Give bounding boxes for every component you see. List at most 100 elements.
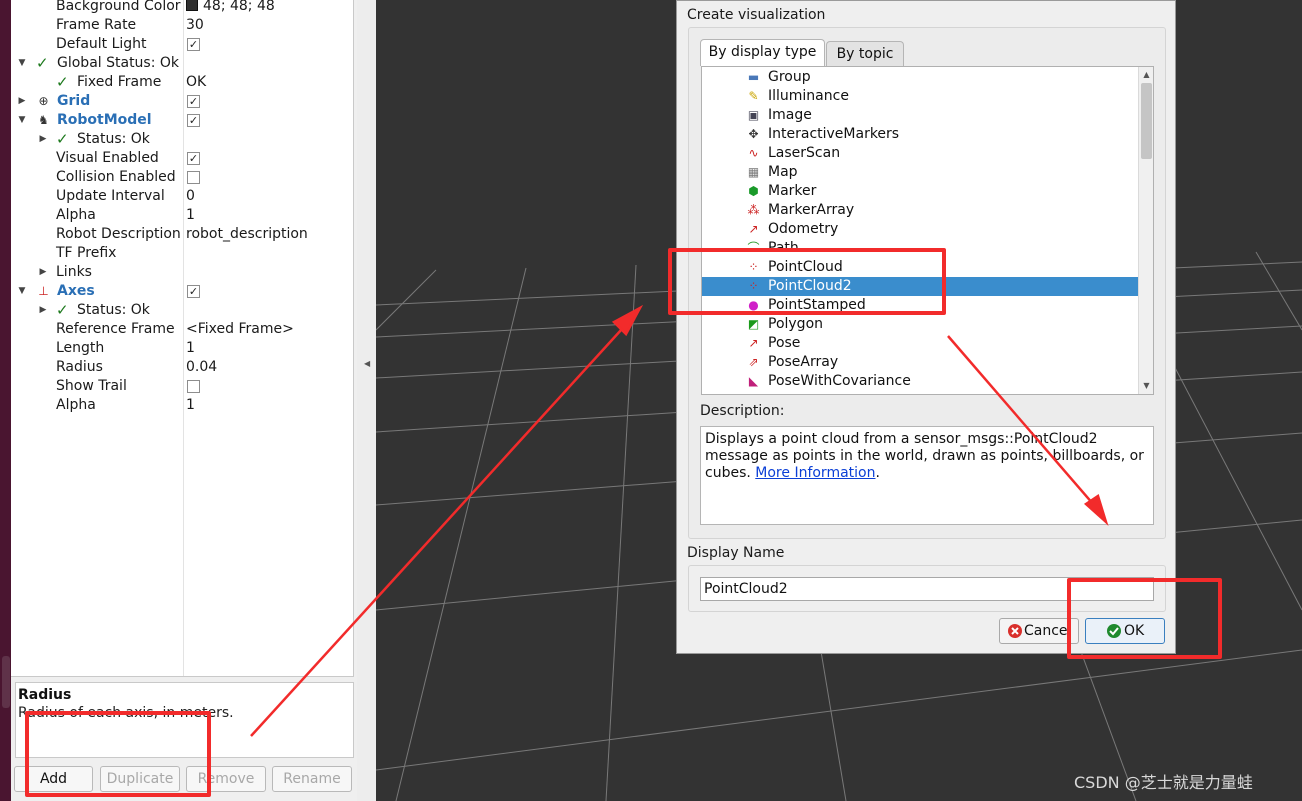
tree-row[interactable]: ▶ Links bbox=[11, 263, 353, 282]
scroll-thumb[interactable] bbox=[1141, 83, 1152, 159]
expand-right-icon[interactable]: ▶ bbox=[38, 130, 48, 149]
tree-row-name: Global Status: Ok bbox=[57, 55, 180, 71]
tree-row[interactable]: Radius 0.04 bbox=[11, 358, 353, 377]
tree-row-name: Show Trail bbox=[56, 378, 127, 394]
pose-covariance-icon: ◣ bbox=[748, 374, 759, 388]
tree-row[interactable]: Frame Rate 30 bbox=[11, 16, 353, 35]
tree-row-name: Status: Ok bbox=[77, 131, 150, 147]
display-type-list[interactable]: ▬ Group ✎ Illuminance ▣ Image ✥ InteractiveMark… bbox=[701, 66, 1154, 395]
tree-row[interactable]: Visual Enabled ✓ bbox=[11, 149, 353, 168]
description-box: Displays a point cloud from a sensor_msg… bbox=[700, 426, 1154, 525]
tree-row-value[interactable]: 1 bbox=[186, 396, 195, 415]
tree-row[interactable]: Show Trail bbox=[11, 377, 353, 396]
tree-row-checkbox[interactable] bbox=[187, 380, 200, 393]
interactive-markers-icon: ✥ bbox=[748, 127, 759, 141]
list-item-polygon[interactable]: ◩ Polygon bbox=[702, 315, 1138, 334]
tree-row[interactable]: ▼ ♞ RobotModel ✓ bbox=[11, 111, 353, 130]
tree-row-value[interactable]: 30 bbox=[186, 16, 204, 35]
tree-row-value[interactable]: <Fixed Frame> bbox=[186, 320, 294, 339]
list-item-marker[interactable]: ⬢ Marker bbox=[702, 182, 1138, 201]
tree-row[interactable]: ▶ ⊕ Grid ✓ bbox=[11, 92, 353, 111]
list-item-odometry[interactable]: ↗ Odometry bbox=[702, 220, 1138, 239]
tree-row[interactable]: ✓ Fixed Frame OK bbox=[11, 73, 353, 92]
tree-row-name: Reference Frame bbox=[56, 321, 175, 337]
more-information-link[interactable]: More Information bbox=[755, 465, 875, 481]
create-visualization-dialog: Create visualization By display type By … bbox=[676, 0, 1176, 654]
tree-row[interactable]: Collision Enabled bbox=[11, 168, 353, 187]
tree-row[interactable]: ▶ ✓ Status: Ok bbox=[11, 301, 353, 320]
tree-row[interactable]: ▼ ✓ Global Status: Ok bbox=[11, 54, 353, 73]
tree-row[interactable]: Reference Frame <Fixed Frame> bbox=[11, 320, 353, 339]
tree-row-name: Collision Enabled bbox=[56, 169, 176, 185]
list-item-markerarray[interactable]: ⁂ MarkerArray bbox=[702, 201, 1138, 220]
scroll-up-icon[interactable]: ▲ bbox=[1141, 68, 1152, 82]
tree-row-value[interactable]: 1 bbox=[186, 206, 195, 225]
tree-row-checkbox[interactable]: ✓ bbox=[187, 38, 200, 51]
tree-row[interactable]: Update Interval 0 bbox=[11, 187, 353, 206]
list-item-label: PoseArray bbox=[768, 354, 839, 370]
tree-row-value[interactable]: 0.04 bbox=[186, 358, 217, 377]
tree-row-checkbox[interactable]: ✓ bbox=[187, 285, 200, 298]
tab-by-display-type[interactable]: By display type bbox=[700, 39, 825, 66]
tree-row[interactable]: ▼ ⊥ Axes ✓ bbox=[11, 282, 353, 301]
tree-row[interactable]: Length 1 bbox=[11, 339, 353, 358]
axes-icon: ⊥ bbox=[38, 284, 49, 298]
dock-handle bbox=[2, 656, 10, 708]
list-item-laserscan[interactable]: ∿ LaserScan bbox=[702, 144, 1138, 163]
description-label: Description: bbox=[700, 403, 785, 419]
status-ok-icon: ✓ bbox=[56, 301, 69, 319]
list-item-map[interactable]: ▦ Map bbox=[702, 163, 1138, 182]
create-visualization-label: Create visualization bbox=[687, 7, 826, 23]
tree-row-checkbox[interactable] bbox=[187, 171, 200, 184]
tree-row[interactable]: Robot Description robot_description bbox=[11, 225, 353, 244]
rename-button[interactable]: Rename bbox=[272, 766, 352, 792]
list-item-label: LaserScan bbox=[768, 145, 841, 161]
panel-splitter[interactable]: ◀ bbox=[357, 0, 376, 801]
tree-row[interactable]: Background Color 48; 48; 48 bbox=[11, 0, 353, 16]
tab-by-topic[interactable]: By topic bbox=[826, 41, 904, 67]
tree-row[interactable]: TF Prefix bbox=[11, 244, 353, 263]
tree-row-name: Status: Ok bbox=[77, 302, 150, 318]
list-item-illuminance[interactable]: ✎ Illuminance bbox=[702, 87, 1138, 106]
list-item-posewithcovariance[interactable]: ◣ PoseWithCovariance bbox=[702, 372, 1138, 391]
marker-icon: ⬢ bbox=[748, 184, 759, 198]
tree-row-name: Frame Rate bbox=[56, 17, 137, 33]
list-item-posearray[interactable]: ⇗ PoseArray bbox=[702, 353, 1138, 372]
expand-down-icon[interactable]: ▼ bbox=[17, 111, 27, 130]
expand-right-icon[interactable]: ▶ bbox=[38, 263, 48, 282]
list-item-interactivemarkers[interactable]: ✥ InteractiveMarkers bbox=[702, 125, 1138, 144]
tree-row[interactable]: ▶ ✓ Status: Ok bbox=[11, 130, 353, 149]
display-name-label: Display Name bbox=[687, 545, 785, 561]
tree-row[interactable]: Alpha 1 bbox=[11, 396, 353, 415]
list-item-image[interactable]: ▣ Image bbox=[702, 106, 1138, 125]
tree-row[interactable]: Alpha 1 bbox=[11, 206, 353, 225]
expand-down-icon[interactable]: ▼ bbox=[17, 54, 27, 73]
tree-row-value[interactable]: robot_description bbox=[186, 225, 308, 244]
tree-row-checkbox[interactable]: ✓ bbox=[187, 114, 200, 127]
tree-row-value[interactable]: OK bbox=[186, 73, 206, 92]
displays-panel: Background Color 48; 48; 48 Frame Rate 30 De… bbox=[11, 0, 357, 801]
tree-row-checkbox[interactable]: ✓ bbox=[187, 152, 200, 165]
tree-row-name: Radius bbox=[56, 359, 103, 375]
tree-row-value[interactable]: 0 bbox=[186, 187, 195, 206]
list-scrollbar[interactable]: ▲ ▼ bbox=[1138, 67, 1153, 394]
list-item-pose[interactable]: ↗ Pose bbox=[702, 334, 1138, 353]
help-title: Radius bbox=[18, 687, 72, 703]
status-ok-icon: ✓ bbox=[56, 73, 69, 91]
list-item-label: MarkerArray bbox=[768, 202, 855, 218]
odometry-icon: ↗ bbox=[748, 222, 759, 236]
displays-tree[interactable]: Background Color 48; 48; 48 Frame Rate 30 De… bbox=[11, 0, 354, 677]
tree-row-value[interactable]: 48; 48; 48 bbox=[186, 0, 275, 16]
tree-row-value[interactable]: 1 bbox=[186, 339, 195, 358]
expand-down-icon[interactable]: ▼ bbox=[17, 282, 27, 301]
list-item-group[interactable]: ▬ Group bbox=[702, 68, 1138, 87]
expand-right-icon[interactable]: ▶ bbox=[38, 301, 48, 320]
tree-row-name: Grid bbox=[57, 93, 91, 109]
list-item-label: Pose bbox=[768, 335, 801, 351]
tree-row[interactable]: Default Light ✓ bbox=[11, 35, 353, 54]
scroll-down-icon[interactable]: ▼ bbox=[1141, 379, 1152, 393]
expand-right-icon[interactable]: ▶ bbox=[17, 92, 27, 111]
laser-scan-icon: ∿ bbox=[748, 146, 759, 160]
tree-row-checkbox[interactable]: ✓ bbox=[187, 95, 200, 108]
tree-row-name: Fixed Frame bbox=[77, 74, 162, 90]
